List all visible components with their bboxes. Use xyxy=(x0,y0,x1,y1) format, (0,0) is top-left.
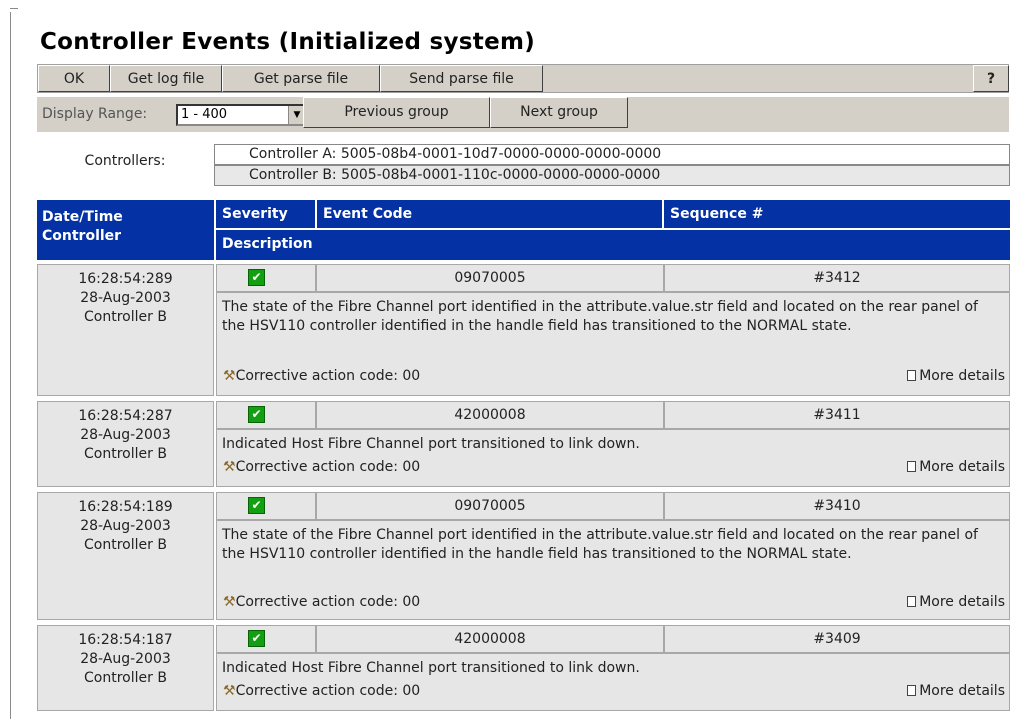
corrective-action-text: Corrective action code: 00 xyxy=(235,683,421,699)
event-severity-cell: ✔ xyxy=(216,625,316,653)
event-sequence-cell: #3410 xyxy=(664,492,1010,520)
event-description: Indicated Host Fibre Channel port transi… xyxy=(222,660,640,676)
display-range-label: Display Range: xyxy=(42,106,148,122)
event-controller: Controller B xyxy=(84,537,167,553)
page-title: Controller Events (Initialized system) xyxy=(40,29,536,55)
event-datetime-cell: 16:28:54:289 28-Aug-2003 Controller B xyxy=(37,264,214,396)
event-description: The state of the Fibre Channel port iden… xyxy=(222,527,978,562)
document-icon xyxy=(907,596,917,607)
event-description-cell: The state of the Fibre Channel port iden… xyxy=(216,292,1010,396)
more-details-label: More details xyxy=(919,594,1005,610)
sequence-column-header: Sequence # xyxy=(664,200,1010,228)
event-description-cell: Indicated Host Fibre Channel port transi… xyxy=(216,653,1010,711)
wrench-icon: ⚒ xyxy=(223,594,236,610)
severity-column-header: Severity xyxy=(216,200,315,228)
range-bar: Display Range: 1 - 400 ▼ Previous group … xyxy=(37,97,1009,132)
event-severity-cell: ✔ xyxy=(216,492,316,520)
event-code-cell: 09070005 xyxy=(316,264,664,292)
datetime-column-header: Date/Time Controller xyxy=(37,200,214,260)
help-button[interactable]: ? xyxy=(973,65,1009,92)
event-controller: Controller B xyxy=(84,670,167,686)
get-log-file-button[interactable]: Get log file xyxy=(110,65,222,92)
event-code-cell: 42000008 xyxy=(316,401,664,429)
toolbar: OK Get log file Get parse file Send pars… xyxy=(37,64,1009,93)
more-details-label: More details xyxy=(919,459,1005,475)
more-details-link[interactable]: More details xyxy=(907,458,1005,477)
severity-normal-icon: ✔ xyxy=(248,269,265,286)
wrench-icon: ⚒ xyxy=(223,368,236,384)
more-details-link[interactable]: More details xyxy=(907,367,1005,386)
event-code-cell: 09070005 xyxy=(316,492,664,520)
event-date: 28-Aug-2003 xyxy=(80,290,171,306)
severity-normal-icon: ✔ xyxy=(248,630,265,647)
event-controller: Controller B xyxy=(84,309,167,325)
event-time: 16:28:54:189 xyxy=(78,499,173,515)
event-datetime-cell: 16:28:54:189 28-Aug-2003 Controller B xyxy=(37,492,214,620)
event-date: 28-Aug-2003 xyxy=(80,427,171,443)
event-datetime-cell: 16:28:54:287 28-Aug-2003 Controller B xyxy=(37,401,214,487)
document-icon xyxy=(907,370,917,381)
event-time: 16:28:54:187 xyxy=(78,632,173,648)
datetime-header-label: Date/Time xyxy=(42,209,123,225)
event-description-cell: Indicated Host Fibre Channel port transi… xyxy=(216,429,1010,487)
description-column-header: Description xyxy=(216,230,1010,260)
display-range-select[interactable]: 1 - 400 ▼ xyxy=(176,104,307,126)
wrench-icon: ⚒ xyxy=(223,683,236,699)
more-details-link[interactable]: More details xyxy=(907,593,1005,612)
event-description: Indicated Host Fibre Channel port transi… xyxy=(222,436,640,452)
event-date: 28-Aug-2003 xyxy=(80,518,171,534)
document-icon xyxy=(907,685,917,696)
document-icon xyxy=(907,461,917,472)
event-description: The state of the Fibre Channel port iden… xyxy=(222,299,978,334)
controller-b-id: Controller B: 5005-08b4-0001-110c-0000-0… xyxy=(214,165,1010,186)
event-severity-cell: ✔ xyxy=(216,264,316,292)
controllers-label: Controllers: xyxy=(84,153,166,169)
event-time: 16:28:54:289 xyxy=(78,271,173,287)
frame-border xyxy=(10,12,11,719)
event-code-cell: 42000008 xyxy=(316,625,664,653)
controller-a-id: Controller A: 5005-08b4-0001-10d7-0000-0… xyxy=(214,144,1010,165)
corrective-action-text: Corrective action code: 00 xyxy=(235,459,421,475)
event-severity-cell: ✔ xyxy=(216,401,316,429)
more-details-label: More details xyxy=(919,683,1005,699)
previous-group-button[interactable]: Previous group xyxy=(303,97,490,128)
event-description-cell: The state of the Fibre Channel port iden… xyxy=(216,520,1010,620)
event-time: 16:28:54:287 xyxy=(78,408,173,424)
event-controller: Controller B xyxy=(84,446,167,462)
get-parse-file-button[interactable]: Get parse file xyxy=(222,65,380,92)
next-group-button[interactable]: Next group xyxy=(490,97,628,128)
corrective-action: ⚒Corrective action code: 00 xyxy=(223,593,420,612)
event-code-column-header: Event Code xyxy=(317,200,662,228)
event-sequence-cell: #3409 xyxy=(664,625,1010,653)
more-details-label: More details xyxy=(919,368,1005,384)
send-parse-file-button[interactable]: Send parse file xyxy=(380,65,543,92)
ok-button[interactable]: OK xyxy=(38,65,110,92)
corrective-action-text: Corrective action code: 00 xyxy=(235,594,421,610)
wrench-icon: ⚒ xyxy=(223,459,236,475)
frame-corner xyxy=(10,8,18,9)
display-range-value: 1 - 400 xyxy=(181,107,228,122)
more-details-link[interactable]: More details xyxy=(907,682,1005,701)
controller-header-label: Controller xyxy=(42,228,122,244)
event-sequence-cell: #3412 xyxy=(664,264,1010,292)
corrective-action-text: Corrective action code: 00 xyxy=(235,368,421,384)
corrective-action: ⚒Corrective action code: 00 xyxy=(223,458,420,477)
event-date: 28-Aug-2003 xyxy=(80,651,171,667)
event-datetime-cell: 16:28:54:187 28-Aug-2003 Controller B xyxy=(37,625,214,711)
severity-normal-icon: ✔ xyxy=(248,497,265,514)
event-sequence-cell: #3411 xyxy=(664,401,1010,429)
corrective-action: ⚒Corrective action code: 00 xyxy=(223,682,420,701)
severity-normal-icon: ✔ xyxy=(248,406,265,423)
corrective-action: ⚒Corrective action code: 00 xyxy=(223,367,420,386)
